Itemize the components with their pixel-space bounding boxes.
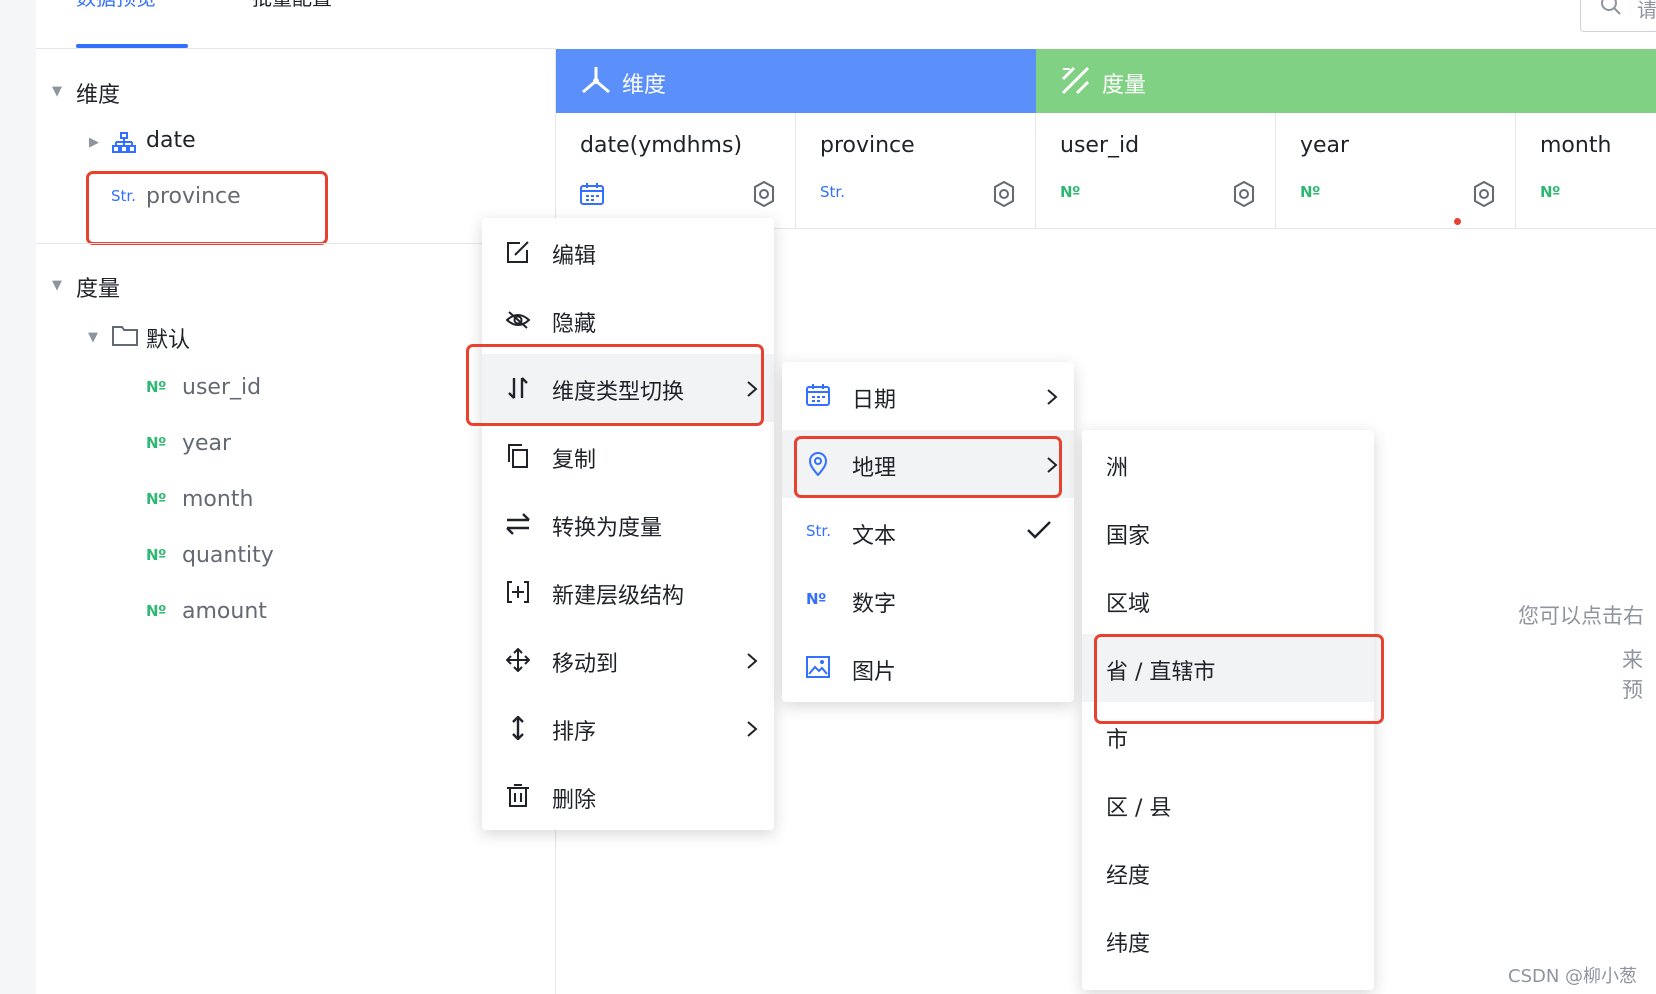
field-amount[interactable]: amount: [182, 599, 267, 624]
column-name: province: [820, 133, 915, 158]
copy-icon: [506, 444, 530, 468]
number-type-badge: Nº: [146, 490, 167, 508]
dimension-header-band: 维度: [556, 49, 1036, 113]
chevron-right-icon: [1046, 388, 1058, 410]
column-header-user-id[interactable]: user_id Nº: [1036, 113, 1276, 229]
hierarchy-add-icon: [506, 580, 530, 604]
folder-default-label[interactable]: 默认: [146, 322, 190, 354]
empty-hint-line-1: 您可以点击右: [1518, 604, 1644, 628]
gear-icon[interactable]: [1231, 180, 1257, 211]
submenu-item-date[interactable]: 日期: [782, 362, 1074, 430]
red-dot-indicator: [1454, 218, 1461, 225]
edit-icon: [506, 240, 530, 264]
chevron-right-icon: [746, 652, 758, 674]
dimension-type-submenu: 日期 地理 Str. 文本 Nº 数字 图片: [782, 362, 1074, 702]
hierarchy-icon: [112, 132, 136, 158]
column-header-date[interactable]: date(ymdhms): [556, 113, 796, 229]
menu-item-move-to[interactable]: 移动到: [482, 626, 774, 694]
sort-icon: [506, 715, 530, 741]
tabs-border: [36, 48, 556, 49]
number-type-badge: Nº: [146, 602, 167, 620]
menu-item-copy[interactable]: 复制: [482, 422, 774, 490]
tree-divider: [36, 243, 556, 244]
number-type-badge: Nº: [146, 546, 167, 564]
folder-icon: [112, 324, 138, 350]
field-user-id[interactable]: user_id: [182, 375, 261, 400]
string-type-badge: Str.: [806, 522, 831, 540]
field-context-menu: 编辑 隐藏 维度类型切换 复制 转换为度量 新建层级结构 移动到 排序 删除: [482, 218, 774, 830]
watermark: CSDN @柳小葱: [1508, 966, 1638, 987]
number-type-badge: Nº: [1540, 183, 1561, 201]
calendar-icon: [806, 384, 830, 408]
highlight-geography: [794, 436, 1062, 498]
measure-group-label[interactable]: 度量: [76, 271, 120, 303]
empty-hint-line-2: 来预: [1622, 648, 1643, 702]
menu-item-sort[interactable]: 排序: [482, 694, 774, 762]
menu-item-delete[interactable]: 删除: [482, 762, 774, 830]
eye-off-icon: [505, 308, 531, 332]
number-type-badge: Nº: [806, 590, 827, 608]
measure-header-band: 度量: [1036, 49, 1656, 113]
menu-item-convert-to-measure[interactable]: 转换为度量: [482, 490, 774, 558]
number-type-badge: Nº: [146, 378, 167, 396]
field-month[interactable]: month: [182, 487, 253, 512]
left-edge-strip: [0, 0, 36, 994]
number-type-badge: Nº: [1300, 183, 1321, 201]
highlight-province-field: [86, 171, 328, 245]
submenu-item-number[interactable]: Nº 数字: [782, 566, 1074, 634]
submenu-item-text[interactable]: Str. 文本: [782, 498, 1074, 566]
highlight-province-option: [1094, 634, 1384, 724]
search-icon: [1600, 0, 1622, 22]
field-year[interactable]: year: [182, 431, 231, 456]
trash-icon: [506, 784, 530, 808]
chevron-right-icon: [746, 720, 758, 742]
dimension-header-label: 维度: [622, 73, 667, 98]
dimension-icon: [580, 65, 612, 99]
column-name: year: [1300, 133, 1350, 158]
calendar-icon: [580, 183, 604, 209]
column-name: date(ymdhms): [580, 133, 743, 158]
expand-caret-icon[interactable]: ▶: [89, 135, 99, 150]
collapse-caret-icon[interactable]: ▼: [88, 330, 98, 345]
tab-batch-config[interactable]: 批量配置: [252, 0, 332, 11]
geo-item-country[interactable]: 国家: [1082, 498, 1374, 566]
geo-item-continent[interactable]: 洲: [1082, 430, 1374, 498]
image-icon: [806, 656, 830, 680]
string-type-badge: Str.: [820, 183, 845, 201]
column-name: user_id: [1060, 133, 1140, 158]
search-placeholder: 请: [1637, 0, 1656, 22]
gear-icon[interactable]: [1471, 180, 1497, 211]
geo-item-longitude[interactable]: 经度: [1082, 838, 1374, 906]
gear-icon[interactable]: [991, 180, 1017, 211]
geo-item-region[interactable]: 区域: [1082, 566, 1374, 634]
exchange-icon: [506, 512, 530, 536]
number-type-badge: Nº: [146, 434, 167, 452]
measure-header-label: 度量: [1102, 73, 1147, 98]
submenu-item-image[interactable]: 图片: [782, 634, 1074, 702]
column-header-year[interactable]: year Nº: [1276, 113, 1516, 229]
measure-icon: [1060, 65, 1092, 99]
column-name: month: [1540, 133, 1612, 158]
move-icon: [505, 647, 531, 673]
column-header-month[interactable]: month Nº: [1516, 113, 1656, 229]
geo-item-latitude[interactable]: 纬度: [1082, 906, 1374, 974]
field-date[interactable]: date: [146, 128, 196, 153]
tab-data-preview[interactable]: 数据预览: [76, 0, 156, 11]
menu-item-edit[interactable]: 编辑: [482, 218, 774, 286]
column-header-province[interactable]: province Str.: [796, 113, 1036, 229]
checkmark-icon: [1026, 520, 1052, 544]
menu-item-new-hierarchy[interactable]: 新建层级结构: [482, 558, 774, 626]
dimension-group-label[interactable]: 维度: [76, 77, 120, 109]
field-quantity[interactable]: quantity: [182, 543, 274, 568]
highlight-switch-dimension-type: [466, 344, 764, 426]
gear-icon[interactable]: [751, 180, 777, 211]
number-type-badge: Nº: [1060, 183, 1081, 201]
collapse-caret-icon[interactable]: ▼: [52, 278, 62, 293]
collapse-caret-icon[interactable]: ▼: [52, 84, 62, 99]
geo-item-district[interactable]: 区 / 县: [1082, 770, 1374, 838]
